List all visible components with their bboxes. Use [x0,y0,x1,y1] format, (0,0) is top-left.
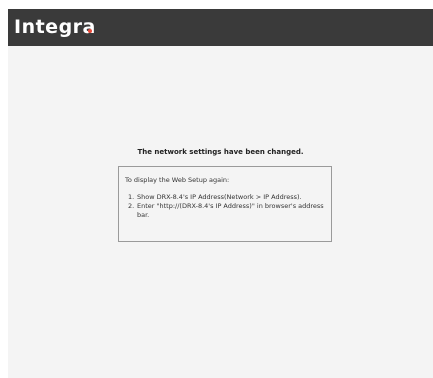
status-message: The network settings have been changed. [137,148,304,156]
step-number: 1. [128,193,135,201]
instructions-intro: To display the Web Setup again: [125,176,230,184]
logo-dot-icon [88,29,92,33]
main-content: The network settings have been changed. … [8,46,433,378]
step-number: 2. [128,202,135,210]
list-item: 1. Show DRX-8.4's IP Address(Network > I… [125,193,325,202]
step-text: Show DRX-8.4's IP Address(Network > IP A… [137,193,302,201]
instructions-box: To display the Web Setup again: 1. Show … [118,166,332,242]
app-header: Integra [8,9,433,46]
list-item: 2. Enter "http://(DRX-8.4's IP Address)"… [125,202,325,220]
step-text: Enter "http://(DRX-8.4's IP Address)" in… [137,202,324,219]
integra-logo: Integra [14,16,96,38]
instructions-list: 1. Show DRX-8.4's IP Address(Network > I… [125,193,325,220]
